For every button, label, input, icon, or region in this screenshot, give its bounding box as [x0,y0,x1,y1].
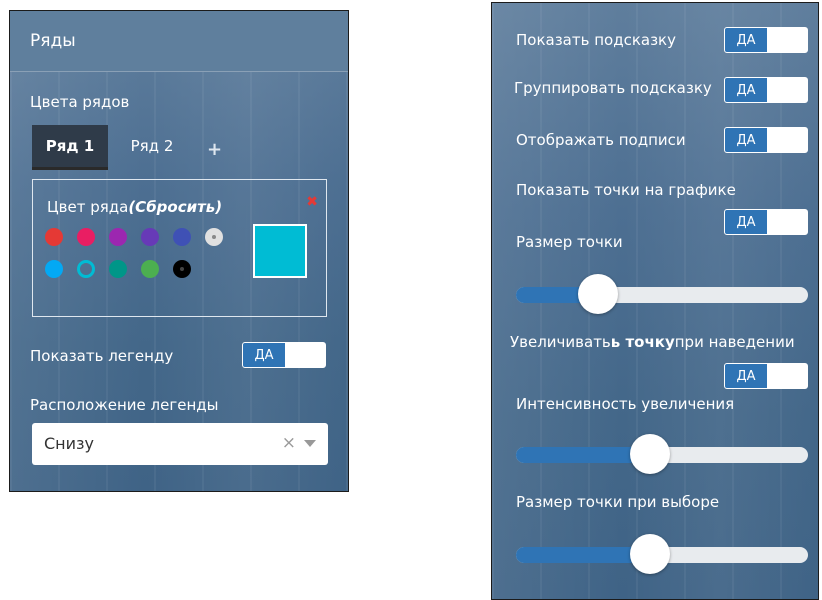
slider-handle[interactable] [578,274,618,314]
show-points-label: Показать точки на графике [516,181,736,199]
color-option-03a9f4[interactable] [45,260,63,278]
show-points-toggle[interactable]: ДА [724,209,808,235]
point-size-slider[interactable] [516,274,808,314]
panel-header: Ряды [10,11,348,72]
series-color-label: Цвет ряда(Сбросить) [47,198,222,216]
group-tooltip-label: Группировать подсказку [514,79,712,97]
toggle-on-label: ДА [725,128,767,152]
enlarge-on-hover-label: Увеличиватьь точкупри наведении [510,333,795,351]
group-tooltip-toggle[interactable]: ДА [724,77,808,103]
show-legend-label: Показать легенду [30,347,174,365]
toggle-on-label: ДА [243,343,285,367]
point-size-label: Размер точки [516,233,623,251]
chevron-down-icon[interactable] [304,440,316,447]
enlarge-label-pre: Увеличивать [510,333,611,351]
color-option-9c27b0[interactable] [109,228,127,246]
panel-title: Ряды [30,31,76,51]
enlarge-label-post: при наведении [674,333,795,351]
color-option-009688[interactable] [109,260,127,278]
clear-icon[interactable]: × [282,433,296,453]
enlarge-intensity-label: Интенсивность увеличения [516,395,735,413]
close-icon[interactable]: ✖ [306,194,318,210]
series-panel: Ряды Цвета рядов Ряд 1 Ряд 2 + Цвет ряда… [9,10,349,492]
show-labels-toggle[interactable]: ДА [724,127,808,153]
series-colors-label: Цвета рядов [30,93,130,111]
color-option-e91e63[interactable] [77,228,95,246]
color-option-e0e0e0[interactable] [205,228,223,246]
add-series-button[interactable]: + [207,139,222,160]
series-color-text: Цвет ряда [47,198,129,216]
color-picker: Цвет ряда(Сбросить) ✖ [32,179,327,317]
selected-color-swatch[interactable] [253,224,307,278]
slider-handle[interactable] [630,434,670,474]
tab-series-1[interactable]: Ряд 1 [32,125,108,170]
color-option-000000[interactable] [173,260,191,278]
show-labels-label: Отображать подписи [516,131,686,149]
legend-position-value: Снизу [44,434,95,453]
color-option-3f51b5[interactable] [173,228,191,246]
color-option-e53935[interactable] [45,228,63,246]
enlarge-label-bold: ь точку [610,333,675,351]
selected-point-size-label: Размер точки при выборе [516,493,720,511]
show-tooltip-label: Показать подсказку [516,31,676,49]
color-option-4caf50[interactable] [141,260,159,278]
enlarge-intensity-slider[interactable] [516,434,808,474]
color-option-00bcd4[interactable] [77,260,95,278]
settings-panel: Показать подсказку ДА Группировать подск… [491,2,819,600]
toggle-on-label: ДА [725,78,767,102]
reset-color-link[interactable]: (Сбросить) [128,198,222,216]
enlarge-on-hover-toggle[interactable]: ДА [724,363,808,389]
tab-series-2[interactable]: Ряд 2 [122,125,182,167]
color-option-673ab7[interactable] [141,228,159,246]
toggle-on-label: ДА [725,28,767,52]
show-tooltip-toggle[interactable]: ДА [724,27,808,53]
toggle-on-label: ДА [725,210,767,234]
toggle-on-label: ДА [725,364,767,388]
slider-handle[interactable] [630,534,670,574]
show-legend-toggle[interactable]: ДА [242,342,326,368]
selected-point-size-slider[interactable] [516,534,808,574]
legend-position-select[interactable]: Снизу × [32,423,328,465]
legend-position-label: Расположение легенды [30,396,219,414]
